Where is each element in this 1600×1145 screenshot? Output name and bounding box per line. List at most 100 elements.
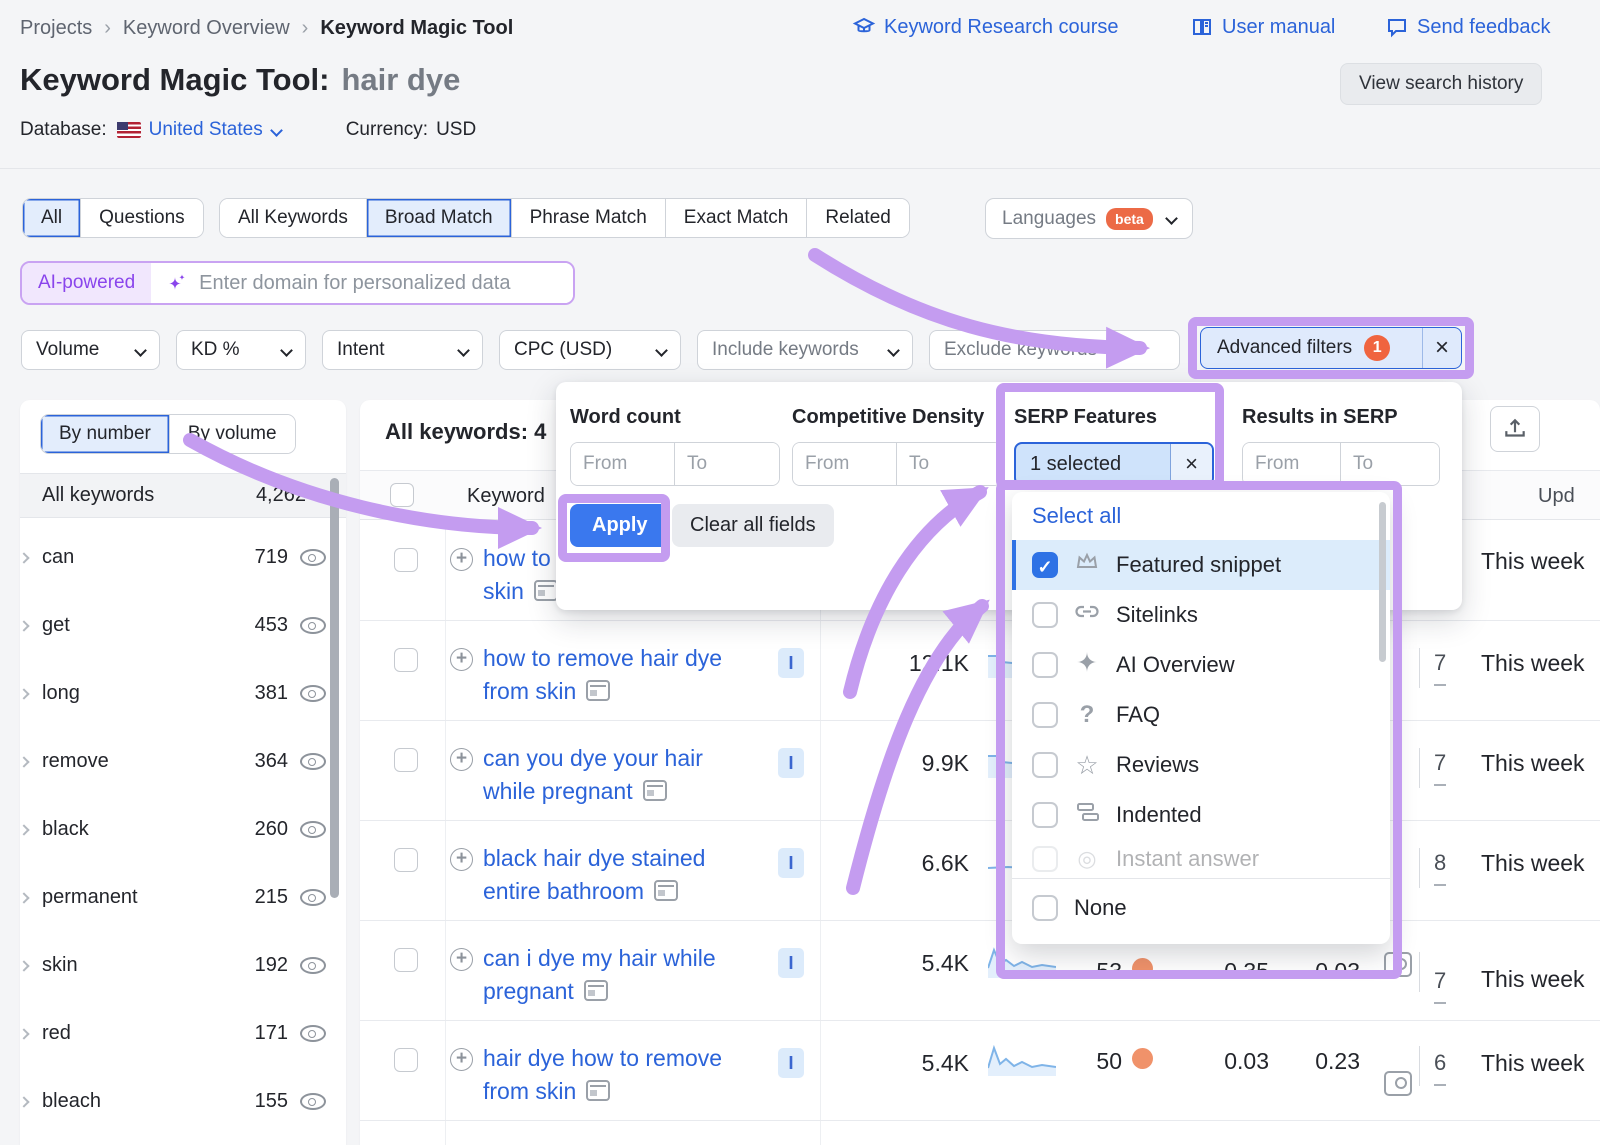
group-row-permanent[interactable]: permanent215: [20, 886, 326, 909]
results-to-input[interactable]: [1341, 443, 1439, 485]
tab-questions[interactable]: Questions: [81, 199, 203, 237]
serp-option-sitelinks[interactable]: Sitelinks: [1012, 590, 1390, 640]
chevron-right-icon[interactable]: [18, 620, 29, 631]
keyword-link[interactable]: can you dye your hairwhile pregnant: [483, 742, 703, 808]
send-feedback-link[interactable]: Send feedback: [1385, 15, 1550, 39]
sf-count[interactable]: 7: [1434, 968, 1446, 1004]
chevron-right-icon[interactable]: [18, 552, 29, 563]
keyword-link[interactable]: how toskin: [483, 542, 558, 608]
eye-icon[interactable]: [300, 957, 326, 974]
chevron-down-icon[interactable]: [270, 124, 283, 137]
view-search-history-button[interactable]: View search history: [1340, 63, 1542, 105]
chevron-right-icon[interactable]: [18, 960, 29, 971]
checkbox[interactable]: [1032, 602, 1058, 628]
sf-count[interactable]: 7: [1434, 750, 1446, 786]
add-keyword-icon[interactable]: +: [450, 748, 473, 771]
export-button[interactable]: [1490, 406, 1540, 452]
chevron-right-icon[interactable]: [18, 688, 29, 699]
user-manual-link[interactable]: User manual: [1190, 15, 1335, 39]
serp-page-icon[interactable]: [584, 980, 608, 1001]
group-row-red[interactable]: red171: [20, 1022, 326, 1045]
add-keyword-icon[interactable]: +: [450, 1048, 473, 1071]
keyword-link[interactable]: hair dye how to removefrom skin: [483, 1042, 722, 1108]
exclude-keywords-filter[interactable]: Exclude keywords: [929, 330, 1180, 370]
add-keyword-icon[interactable]: +: [450, 648, 473, 671]
tab-exact-match[interactable]: Exact Match: [666, 199, 808, 237]
tab-broad-match[interactable]: Broad Match: [367, 199, 512, 237]
group-row-remove[interactable]: remove364: [20, 750, 326, 773]
chevron-right-icon[interactable]: [18, 1028, 29, 1039]
by-number-toggle[interactable]: By number: [41, 415, 170, 453]
chevron-right-icon[interactable]: [18, 892, 29, 903]
clear-selection-icon[interactable]: ×: [1170, 444, 1212, 484]
serp-preview-icon[interactable]: [1384, 952, 1412, 977]
serp-option-indented[interactable]: Indented: [1012, 790, 1390, 840]
dropdown-scrollbar[interactable]: [1379, 502, 1386, 662]
domain-input[interactable]: [199, 272, 559, 295]
updated-column-header[interactable]: Upd: [1538, 485, 1575, 508]
eye-icon[interactable]: [300, 617, 326, 634]
group-row-can[interactable]: can719: [20, 546, 326, 569]
serp-page-icon[interactable]: [654, 880, 678, 901]
add-keyword-icon[interactable]: +: [450, 948, 473, 971]
keyword-research-course-link[interactable]: Keyword Research course: [852, 15, 1119, 39]
serp-page-icon[interactable]: [586, 680, 610, 701]
row-checkbox[interactable]: [394, 1048, 418, 1072]
competitive-density-from-input[interactable]: [793, 443, 897, 485]
eye-icon[interactable]: [300, 753, 326, 770]
tab-all-keywords[interactable]: All Keywords: [220, 199, 367, 237]
add-keyword-icon[interactable]: +: [450, 848, 473, 871]
group-row-long[interactable]: long381: [20, 682, 326, 705]
select-all-link[interactable]: Select all: [1032, 503, 1121, 529]
serp-option-none[interactable]: None: [1012, 879, 1390, 937]
serp-page-icon[interactable]: [534, 580, 558, 601]
sf-count[interactable]: 8: [1434, 850, 1446, 886]
languages-dropdown[interactable]: Languages beta: [985, 198, 1193, 239]
tab-all[interactable]: All: [23, 199, 81, 237]
intent-filter[interactable]: Intent: [322, 330, 483, 370]
intent-badge[interactable]: I: [778, 948, 804, 978]
apply-button[interactable]: Apply: [570, 504, 670, 547]
keyword-link[interactable]: how to remove hair dyefrom skin: [483, 642, 722, 708]
word-count-to-input[interactable]: [675, 443, 779, 485]
group-row-bleach[interactable]: bleach155: [20, 1090, 326, 1113]
row-checkbox[interactable]: [394, 748, 418, 772]
advanced-filters-button[interactable]: Advanced filters 1 ×: [1200, 327, 1462, 369]
checkbox[interactable]: [1032, 802, 1058, 828]
eye-icon[interactable]: [300, 821, 326, 838]
group-row-black[interactable]: black260: [20, 818, 326, 841]
row-checkbox[interactable]: [394, 548, 418, 572]
serp-option-ai-overview[interactable]: AI Overview: [1012, 640, 1390, 690]
chevron-right-icon[interactable]: [18, 824, 29, 835]
results-from-input[interactable]: [1243, 443, 1341, 485]
intent-badge[interactable]: I: [778, 748, 804, 778]
keyword-link[interactable]: black hair dye stainedentire bathroom: [483, 842, 705, 908]
serp-option-reviews[interactable]: ☆ Reviews: [1012, 740, 1390, 790]
tab-related[interactable]: Related: [807, 199, 909, 237]
serp-option-featured-snippet[interactable]: ✓ Featured snippet: [1012, 540, 1390, 590]
keyword-column-header[interactable]: Keyword: [467, 485, 545, 508]
include-keywords-filter[interactable]: Include keywords: [697, 330, 913, 370]
by-volume-toggle[interactable]: By volume: [170, 415, 295, 453]
checkbox-checked[interactable]: ✓: [1032, 552, 1058, 578]
select-all-checkbox[interactable]: [390, 483, 414, 507]
checkbox[interactable]: [1032, 652, 1058, 678]
sf-count[interactable]: 7: [1434, 650, 1446, 686]
chevron-right-icon[interactable]: [18, 1096, 29, 1107]
breadcrumb-keyword-overview[interactable]: Keyword Overview: [123, 17, 290, 40]
chevron-right-icon[interactable]: [18, 756, 29, 767]
tab-phrase-match[interactable]: Phrase Match: [512, 199, 666, 237]
intent-badge[interactable]: I: [778, 848, 804, 878]
all-keywords-row[interactable]: All keywords 4,262: [20, 473, 346, 518]
row-checkbox[interactable]: [394, 848, 418, 872]
eye-icon[interactable]: [300, 549, 326, 566]
volume-filter[interactable]: Volume: [21, 330, 160, 370]
intent-badge[interactable]: I: [778, 1048, 804, 1078]
serp-option-faq[interactable]: ? FAQ: [1012, 690, 1390, 740]
row-checkbox[interactable]: [394, 648, 418, 672]
group-row-skin[interactable]: skin192: [20, 954, 326, 977]
word-count-from-input[interactable]: [571, 443, 675, 485]
eye-icon[interactable]: [300, 685, 326, 702]
serp-page-icon[interactable]: [586, 1080, 610, 1101]
checkbox[interactable]: [1032, 702, 1058, 728]
